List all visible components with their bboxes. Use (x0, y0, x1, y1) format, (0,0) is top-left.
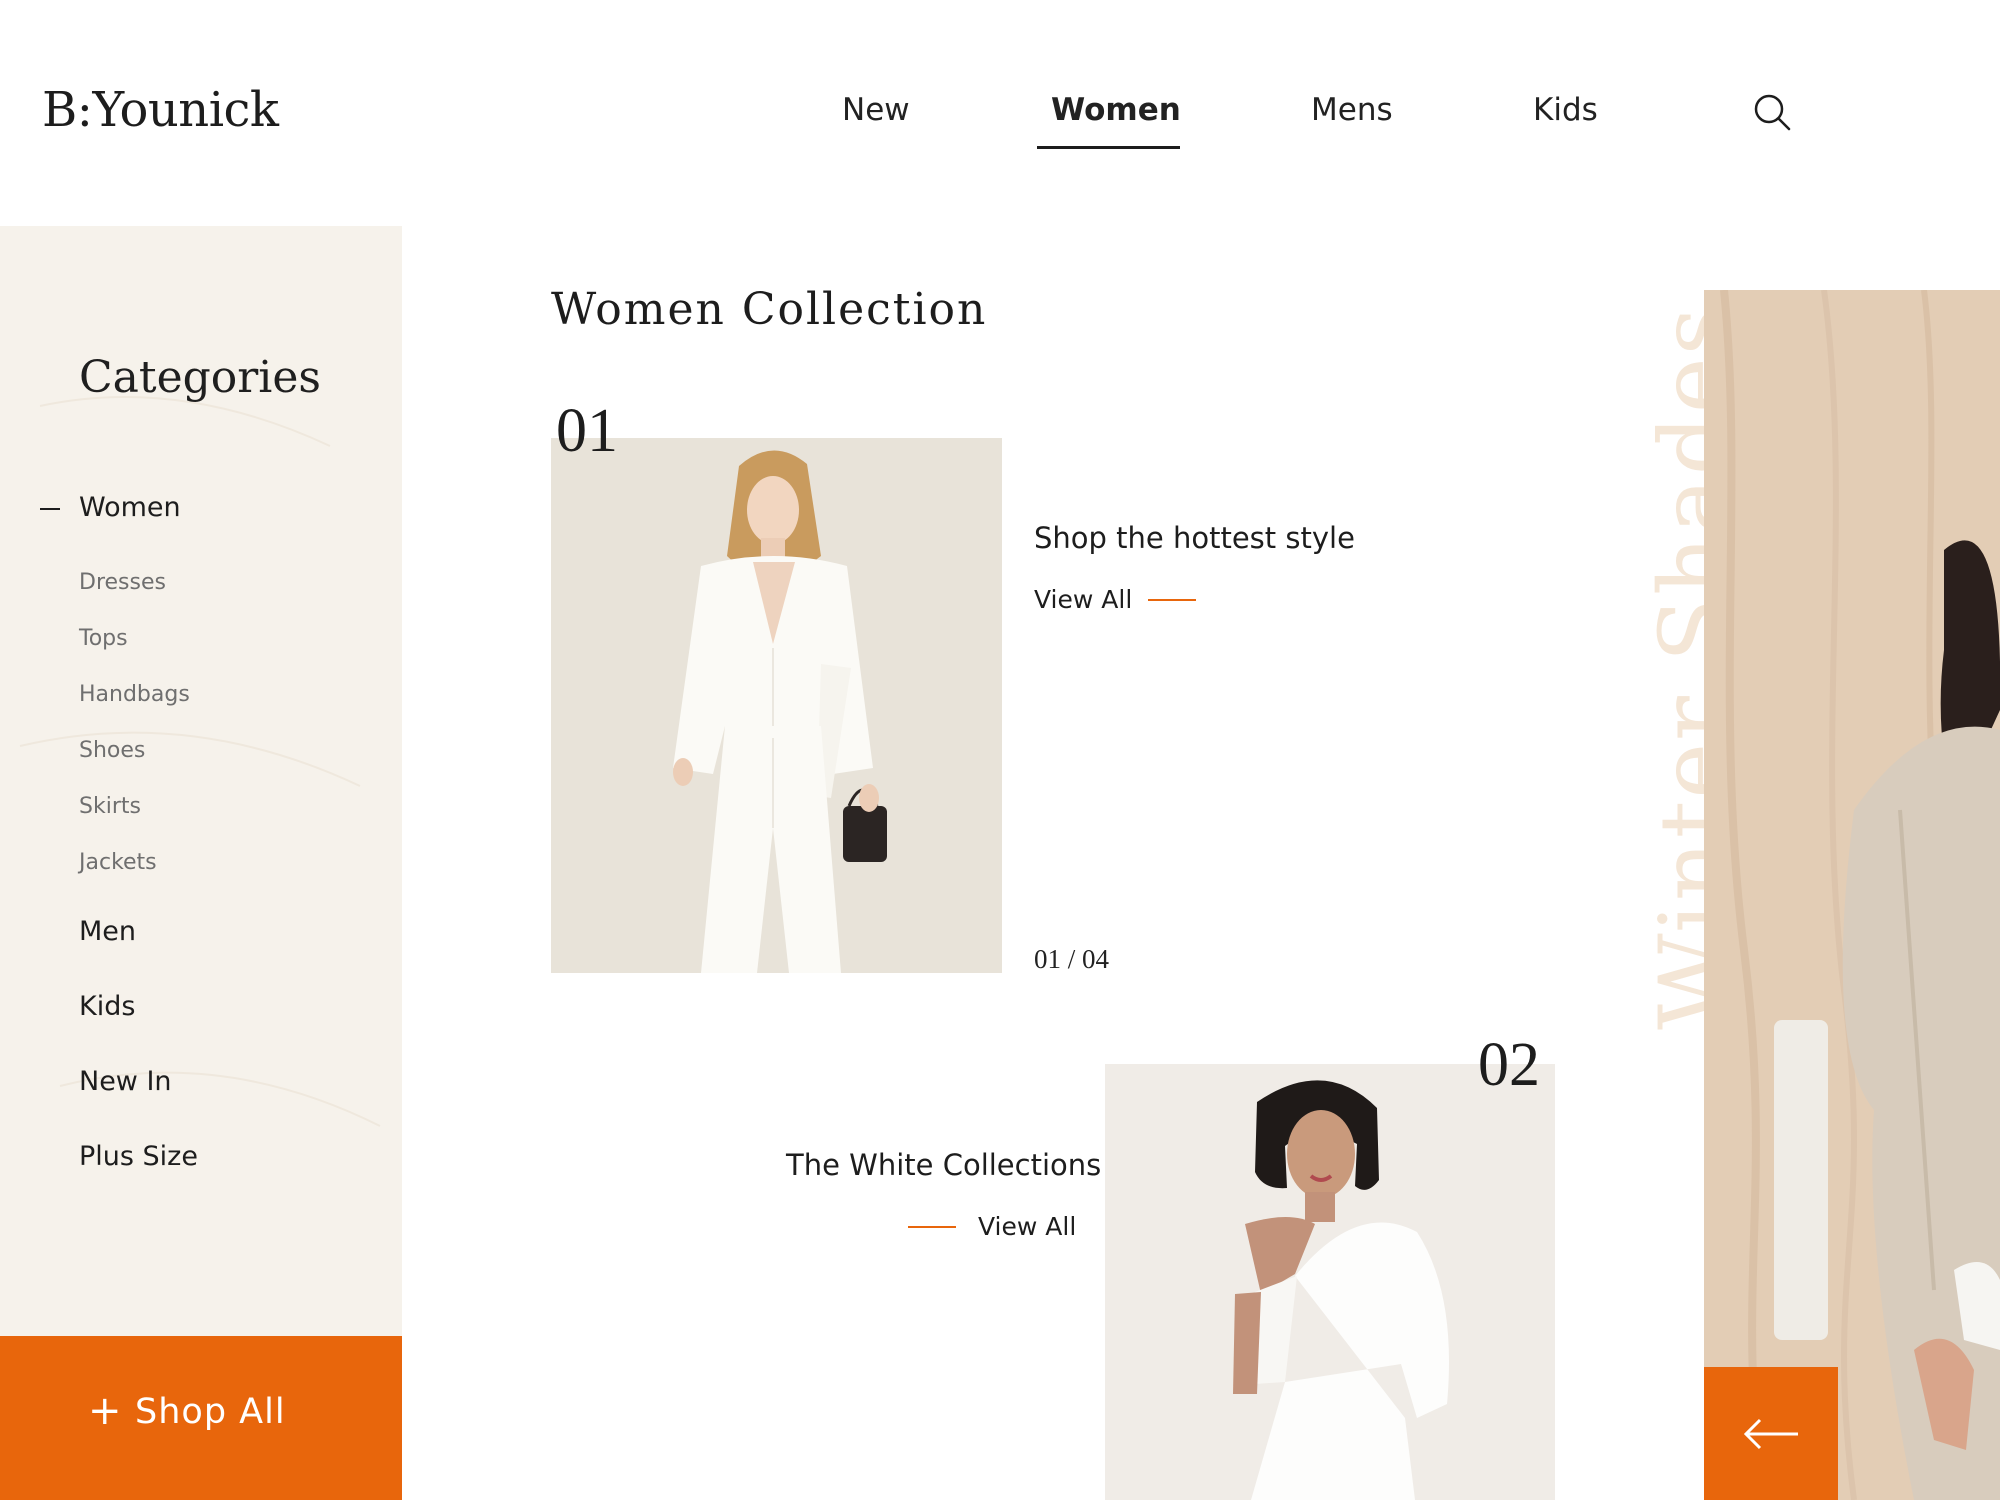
woman-in-beige-blazer-image (1704, 290, 2000, 1500)
top-nav: New Women Mens Kids (0, 92, 2000, 152)
pager-counter: 01 / 04 (1034, 944, 1110, 974)
plus-icon: + (88, 1388, 122, 1434)
nav-active-underline (1037, 146, 1180, 149)
subcategory-skirts[interactable]: Skirts (79, 794, 141, 819)
collapse-dash-icon[interactable] (40, 508, 60, 510)
category-new-in[interactable]: New In (79, 1066, 172, 1097)
nav-item-new[interactable]: New (842, 92, 910, 128)
nav-item-women[interactable]: Women (1051, 92, 1181, 128)
subcategory-jackets[interactable]: Jackets (79, 850, 157, 875)
woman-in-white-top-image (1105, 1064, 1555, 1500)
sidebar-texture (19, 396, 381, 1127)
view-all-link-1[interactable]: View All (1034, 585, 1132, 614)
previous-arrow-button[interactable] (1704, 1367, 1838, 1500)
subcategory-handbags[interactable]: Handbags (79, 682, 190, 707)
product-photo-1[interactable] (551, 438, 1002, 973)
view-all-link-2[interactable]: View All (978, 1212, 1076, 1241)
category-plus-size[interactable]: Plus Size (79, 1141, 198, 1172)
nav-item-mens[interactable]: Mens (1311, 92, 1393, 128)
subcategory-dresses[interactable]: Dresses (79, 570, 166, 595)
categories-title: Categories (79, 352, 321, 403)
featured-side-photo[interactable] (1704, 290, 2000, 1500)
subcategory-tops[interactable]: Tops (79, 626, 128, 651)
card-title-1: Shop the hottest style (1034, 521, 1355, 555)
arrow-left-icon (1743, 1418, 1798, 1450)
card-number-02: 02 (1478, 1031, 1540, 1099)
page: B:Younick New Women Mens Kids Categories… (0, 0, 2000, 1500)
woman-in-white-suit-image (551, 438, 1002, 973)
categories-sidebar: Categories Women Dresses Tops Handbags S… (0, 226, 402, 1500)
search-icon[interactable] (1752, 92, 1792, 132)
page-title: Women Collection (551, 284, 988, 335)
nav-item-kids[interactable]: Kids (1533, 92, 1598, 128)
category-kids[interactable]: Kids (79, 991, 135, 1022)
shop-all-label: Shop All (135, 1392, 286, 1432)
product-photo-2[interactable] (1105, 1064, 1555, 1500)
accent-line-1 (1148, 599, 1196, 601)
card-number-01: 01 (556, 397, 618, 465)
category-men[interactable]: Men (79, 916, 136, 947)
accent-line-2 (908, 1226, 956, 1228)
category-women[interactable]: Women (79, 492, 181, 523)
card-title-2: The White Collections (786, 1148, 1102, 1182)
subcategory-shoes[interactable]: Shoes (79, 738, 145, 763)
shop-all-button[interactable]: + Shop All (0, 1336, 402, 1500)
